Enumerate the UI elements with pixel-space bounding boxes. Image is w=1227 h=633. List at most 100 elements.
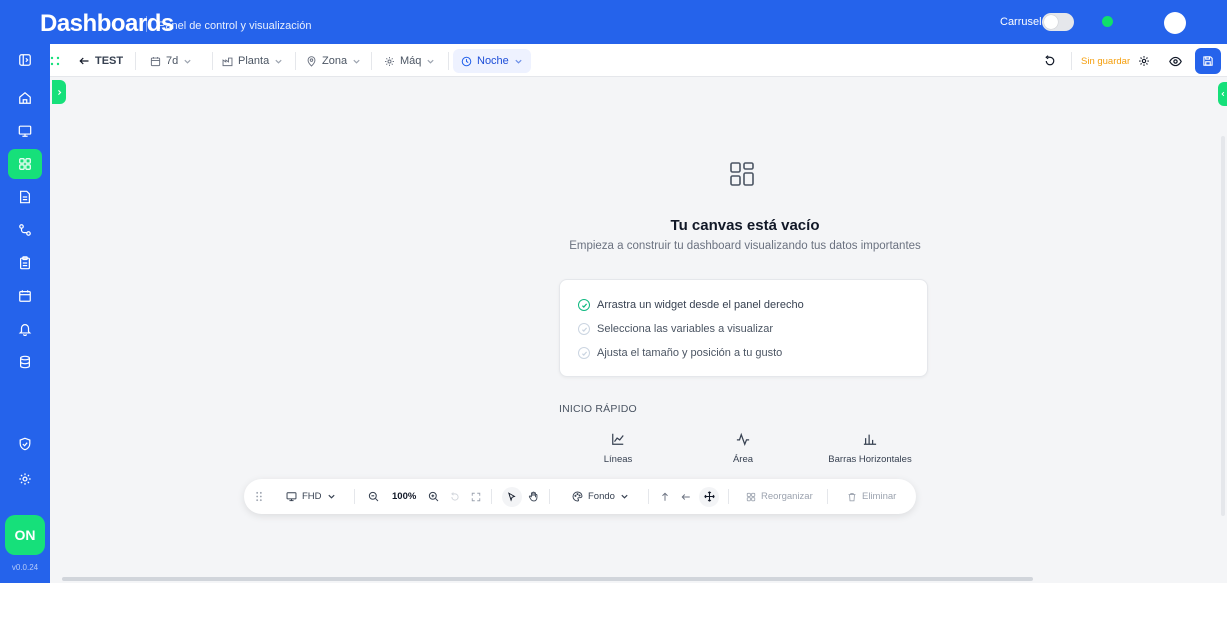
chevron-down-icon (353, 59, 360, 64)
check-circle-icon (578, 347, 590, 359)
database-icon (20, 355, 30, 369)
quick-start-area[interactable]: Área (726, 432, 760, 465)
sidebar-item-home[interactable] (8, 83, 42, 113)
reset-zoom-button[interactable] (450, 486, 460, 507)
sidebar-item-tasks[interactable] (8, 248, 42, 278)
reorganize-button[interactable]: Reorganizar (746, 486, 813, 507)
back-button[interactable]: TEST (72, 49, 129, 73)
pointer-icon (502, 486, 522, 507)
sidebar-collapse-icon (19, 54, 31, 66)
period-value: 7d (166, 55, 179, 67)
factory-icon (222, 57, 233, 66)
move-left-button[interactable] (681, 486, 691, 507)
eye-icon (1168, 56, 1182, 66)
bell-icon (18, 324, 32, 336)
pan-tool-button[interactable] (523, 486, 543, 507)
sidebar-item-dashboards[interactable] (8, 149, 42, 179)
period-select[interactable]: 7d (144, 49, 198, 73)
unsaved-status: Sin guardar (1081, 56, 1131, 67)
step-text: Ajusta el tamaño y posición a tu gusto (597, 347, 783, 359)
chevron-down-icon (327, 494, 335, 499)
left-panel-toggle[interactable] (52, 80, 66, 104)
brand-logo[interactable]: ON (5, 515, 45, 555)
toolbar-divider (491, 489, 492, 504)
sidebar-item-alerts[interactable] (8, 314, 42, 344)
sidebar-item-reports[interactable] (8, 182, 42, 212)
quick-start-title: INICIO RÁPIDO (559, 403, 637, 415)
brand-logo-text: ON (14, 527, 36, 543)
canvas-toolbar: FHD 100% Fondo Reorganizar Eliminar (244, 479, 916, 514)
getting-started-card: Arrastra un widget desde el panel derech… (559, 279, 928, 377)
document-icon (20, 190, 30, 204)
vertical-scrollbar[interactable] (1221, 136, 1225, 516)
background-select[interactable]: Fondo (572, 486, 629, 507)
app-subtitle: Panel de control y visualización (158, 20, 312, 32)
monitor-icon (18, 125, 32, 137)
quick-start-hbars[interactable]: Barras Horizontales (826, 432, 914, 465)
hand-icon (523, 487, 543, 507)
clipboard-icon (20, 256, 30, 270)
right-panel-toggle[interactable] (1218, 82, 1227, 106)
dashboard-grid-icon (19, 158, 31, 170)
quick-start-lines[interactable]: Líneas (592, 432, 644, 465)
arrow-left-icon (681, 493, 690, 500)
sidebar-collapse-button[interactable] (8, 45, 42, 75)
empty-canvas-subtitle: Empieza a construir tu dashboard visuali… (569, 240, 921, 252)
sidebar: ON v0.0.24 (0, 44, 50, 583)
shift-select[interactable]: Noche (453, 49, 531, 73)
chevron-down-icon (515, 59, 522, 64)
toolbar-divider (354, 489, 355, 504)
user-avatar[interactable] (1164, 12, 1186, 34)
version-label: v0.0.24 (11, 563, 39, 572)
sidebar-item-data[interactable] (8, 347, 42, 377)
preview-button[interactable] (1162, 48, 1188, 74)
move-up-button[interactable] (660, 486, 670, 507)
toolbar-divider (827, 489, 828, 504)
carousel-toggle[interactable] (1042, 13, 1074, 31)
sidebar-item-workflows[interactable] (8, 215, 42, 245)
calendar-icon (150, 56, 161, 66)
resolution-select[interactable]: FHD (286, 486, 336, 507)
sidebar-item-calendar[interactable] (8, 281, 42, 311)
fit-screen-button[interactable] (471, 486, 481, 507)
chevron-down-icon (427, 59, 435, 64)
machine-select[interactable]: Máq (378, 49, 441, 73)
toolbar-divider (1071, 52, 1072, 70)
zone-value: Zona (322, 55, 348, 67)
calendar-icon (19, 290, 31, 302)
zoom-in-button[interactable] (428, 486, 439, 507)
toolbar-divider (295, 52, 296, 70)
resolution-value: FHD (302, 491, 322, 502)
dashboard-settings-button[interactable] (1131, 48, 1157, 74)
dashboard-name: TEST (95, 55, 124, 67)
reset-button[interactable] (1037, 48, 1063, 74)
monitor-icon (286, 492, 297, 502)
app-title: Dashboards (40, 10, 174, 37)
zoom-in-icon (428, 491, 439, 502)
zone-select[interactable]: Zona (300, 49, 367, 73)
map-pin-icon (307, 55, 316, 67)
toolbar-divider (448, 52, 449, 70)
step-text: Arrastra un widget desde el panel derech… (597, 299, 804, 311)
zoom-out-button[interactable] (368, 486, 379, 507)
dashboard-toolbar: TEST 7d Planta Zona Máq Noche Sin guarda… (50, 44, 1227, 77)
plant-select[interactable]: Planta (216, 49, 289, 73)
toolbar-divider (549, 489, 550, 504)
sidebar-item-monitor[interactable] (8, 116, 42, 146)
select-tool-button[interactable] (502, 486, 522, 507)
drag-handle[interactable] (255, 486, 263, 507)
widget-panel-toggle[interactable] (46, 49, 64, 73)
connection-status-dot (1102, 16, 1113, 27)
sidebar-item-settings[interactable] (8, 464, 42, 494)
move-tool-button[interactable] (699, 486, 719, 507)
delete-button[interactable]: Eliminar (847, 486, 896, 507)
quick-start-label: Barras Horizontales (828, 454, 912, 465)
trash-icon (848, 492, 856, 501)
save-button[interactable] (1195, 48, 1221, 74)
toolbar-divider (371, 52, 372, 70)
clock-icon (461, 56, 472, 66)
toolbar-divider (135, 52, 136, 70)
sidebar-item-security[interactable] (8, 429, 42, 459)
horizontal-scrollbar[interactable] (62, 577, 1033, 581)
toolbar-divider (648, 489, 649, 504)
